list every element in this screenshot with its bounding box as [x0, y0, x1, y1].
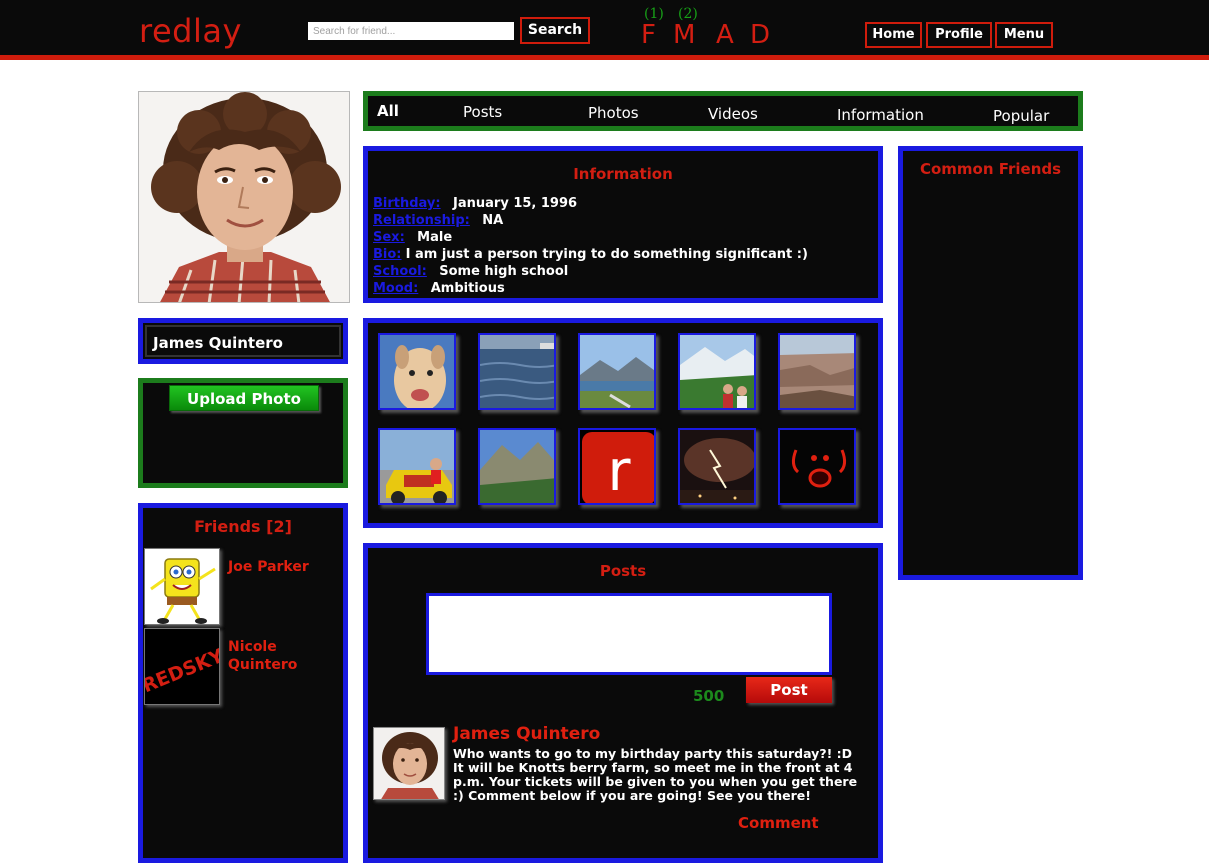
information-title: Information — [573, 165, 673, 183]
d-link[interactable]: D — [750, 20, 770, 50]
nav-menu-button[interactable]: Menu — [995, 22, 1053, 48]
info-key[interactable]: Relationship: — [373, 213, 470, 228]
photos-panel: r — [363, 318, 883, 528]
info-key[interactable]: School: — [373, 264, 427, 279]
info-row-school: School: Some high school — [373, 264, 568, 279]
info-key[interactable]: Sex: — [373, 230, 405, 245]
site-logo[interactable]: redlay — [139, 12, 242, 50]
tab-posts[interactable]: Posts — [463, 103, 502, 121]
alerts-link[interactable]: A — [716, 20, 734, 50]
profile-photo[interactable] — [138, 91, 350, 303]
avatar-photo-icon — [374, 728, 444, 799]
photo-thumbnail[interactable] — [778, 428, 856, 505]
info-row-bio: Bio: I am just a person trying to do som… — [373, 247, 808, 262]
common-friends-panel: Common Friends — [898, 146, 1083, 580]
car-photo-icon — [380, 430, 454, 503]
mountain-lake-photo-icon — [580, 335, 654, 408]
hiking-photo-icon — [680, 335, 754, 408]
friend-name[interactable]: Joe Parker — [228, 558, 328, 576]
new-post-textarea[interactable] — [426, 593, 832, 675]
posts-title: Posts — [599, 562, 647, 580]
top-bar: redlay Search (1) F (2) M A D Home Profi… — [0, 0, 1209, 55]
nav-profile-button[interactable]: Profile — [926, 22, 992, 48]
info-row-mood: Mood: Ambitious — [373, 281, 505, 296]
comment-link[interactable]: Comment — [738, 814, 819, 832]
water-photo-icon — [480, 335, 554, 408]
tab-videos[interactable]: Videos — [708, 105, 758, 123]
sponge-character-icon — [145, 549, 219, 624]
lightning-photo-icon — [680, 430, 754, 503]
red-glow-photo-icon — [780, 430, 854, 503]
info-row-relationship: Relationship: NA — [373, 213, 503, 228]
profile-name-frame: James Quintero — [145, 325, 341, 357]
profile-name: James Quintero — [153, 334, 283, 352]
tab-information[interactable]: Information — [837, 106, 924, 124]
mountain-forest-photo-icon — [480, 430, 554, 503]
info-value: January 15, 1996 — [453, 196, 578, 211]
info-value: Ambitious — [430, 281, 505, 296]
nav-home-button[interactable]: Home — [865, 22, 922, 48]
friend-avatar[interactable]: REDSKY — [144, 628, 220, 705]
messages-link[interactable]: M — [673, 20, 695, 50]
friend-requests-link[interactable]: F — [641, 20, 656, 50]
post-author-name[interactable]: James Quintero — [453, 724, 600, 744]
tab-photos[interactable]: Photos — [588, 104, 639, 122]
upload-photo-box: Upload Photo — [138, 378, 348, 488]
info-row-birthday: Birthday: January 15, 1996 — [373, 196, 577, 211]
photo-thumbnail[interactable] — [578, 333, 656, 410]
photo-thumbnail[interactable] — [678, 428, 756, 505]
friends-panel: Friends [2] Joe Parker REDSKY Nicole Qui… — [138, 503, 348, 863]
photo-thumbnail[interactable] — [378, 333, 456, 410]
post-author-avatar[interactable] — [373, 727, 445, 800]
photo-thumbnail[interactable] — [478, 333, 556, 410]
search-button[interactable]: Search — [520, 17, 590, 44]
photo-thumbnail[interactable]: r — [578, 428, 656, 505]
info-value: NA — [482, 213, 504, 228]
redlay-logo-letter: r — [607, 439, 631, 504]
photo-thumbnail[interactable] — [678, 333, 756, 410]
upload-photo-button[interactable]: Upload Photo — [169, 385, 319, 411]
redlay-logo-photo: r — [580, 430, 654, 504]
search-input[interactable] — [308, 22, 514, 40]
profile-name-box: James Quintero — [138, 318, 348, 364]
profile-tabs: All Posts Photos Videos Information Popu… — [363, 91, 1083, 131]
profile-photo-image — [139, 92, 349, 302]
tab-popular[interactable]: Popular — [993, 107, 1049, 125]
character-count: 500 — [693, 687, 725, 705]
canyon-photo-icon — [780, 335, 854, 408]
post-body: Who wants to go to my birthday party thi… — [453, 746, 858, 803]
info-key[interactable]: Bio: — [373, 247, 402, 262]
info-row-sex: Sex: Male — [373, 230, 452, 245]
info-value: Male — [417, 230, 453, 245]
top-bar-accent-line — [0, 55, 1209, 60]
info-key[interactable]: Mood: — [373, 281, 418, 296]
common-friends-title: Common Friends — [919, 160, 1062, 178]
friend-name[interactable]: Nicole Quintero — [228, 638, 328, 674]
info-value: I am just a person trying to do somethin… — [405, 247, 808, 262]
friend-avatar[interactable] — [144, 548, 220, 625]
photo-thumbnail[interactable] — [478, 428, 556, 505]
posts-panel: Posts 500 Post James Quintero Who wants … — [363, 543, 883, 863]
photo-thumbnail[interactable] — [378, 428, 456, 505]
info-key[interactable]: Birthday: — [373, 196, 441, 211]
photo-thumbnail[interactable] — [778, 333, 856, 410]
tab-all[interactable]: All — [377, 102, 399, 120]
friends-title: Friends [2] — [194, 517, 292, 536]
info-value: Some high school — [439, 264, 569, 279]
redsky-logo-icon: REDSKY — [145, 629, 219, 704]
post-button[interactable]: Post — [746, 677, 832, 703]
information-panel: Information Birthday: January 15, 1996 R… — [363, 146, 883, 303]
dog-photo-icon — [380, 335, 454, 408]
